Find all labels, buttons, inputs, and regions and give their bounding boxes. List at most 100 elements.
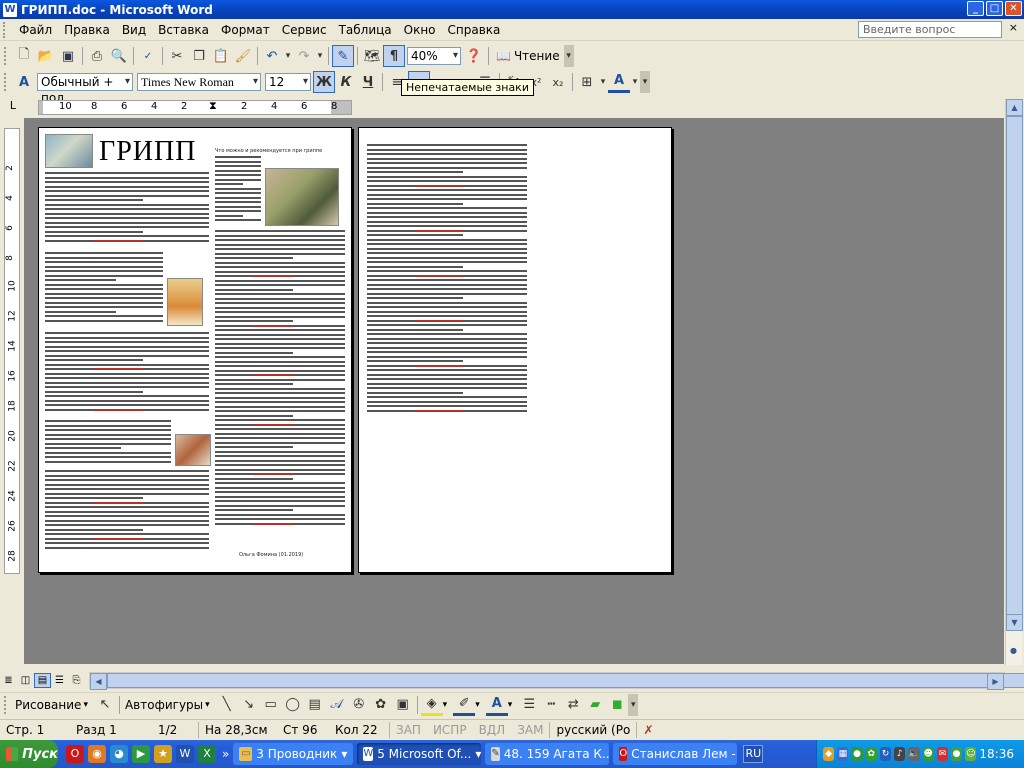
font-color-icon[interactable]: A [608, 71, 630, 93]
close-document-icon[interactable]: × [1009, 21, 1018, 34]
styles-pane-icon[interactable]: A [13, 71, 35, 93]
font-color-dropdown-icon[interactable]: ▾ [630, 71, 640, 93]
excel-icon[interactable]: X [198, 745, 216, 763]
menu-edit[interactable]: Правка [58, 23, 116, 37]
menu-tools[interactable]: Сервис [276, 23, 333, 37]
cut-icon[interactable]: ✂ [166, 45, 188, 67]
quicklaunch-more-icon[interactable]: » [222, 747, 229, 761]
oval-icon[interactable]: ◯ [282, 694, 304, 716]
scroll-thumb[interactable] [1006, 116, 1023, 616]
style-combo[interactable]: Обычный + пол [37, 73, 133, 105]
rectangle-icon[interactable]: ▭ [260, 694, 282, 716]
font-color-draw-dropdown-icon[interactable]: ▾ [508, 700, 513, 710]
taskbar-lem[interactable]: O Станислав Лем -... [613, 743, 738, 765]
undo-dropdown-icon[interactable]: ▾ [283, 45, 293, 67]
print-preview-icon[interactable]: 🔍 [108, 45, 130, 67]
italic-button[interactable]: К [335, 71, 357, 93]
document-map-icon[interactable]: 🗺 [361, 45, 383, 67]
menu-insert[interactable]: Вставка [152, 23, 215, 37]
reading-button[interactable]: 📖 Чтение [492, 49, 564, 63]
toolbar-grip[interactable] [4, 47, 10, 65]
vertical-ruler[interactable]: 2 4 6 8 10 12 14 16 18 20 22 24 26 28 [4, 128, 20, 574]
close-button[interactable]: ✕ [1005, 1, 1022, 16]
help-icon[interactable]: ❓ [463, 45, 485, 67]
indent-marker-icon[interactable]: ⧗ [209, 99, 217, 113]
menu-window[interactable]: Окно [398, 23, 442, 37]
new-icon[interactable]: 🗋 [13, 45, 35, 67]
zoom-combo[interactable]: 40% [407, 47, 461, 65]
minimize-button[interactable]: _ [967, 1, 984, 16]
wordart-icon[interactable]: 𝒜 [326, 694, 348, 716]
tray-chat-icon[interactable]: ✉ [936, 747, 948, 761]
fill-dropdown-icon[interactable]: ▾ [443, 700, 448, 710]
subscript-icon[interactable]: x₂ [547, 71, 569, 93]
print-layout-icon[interactable]: ▤ [34, 673, 51, 688]
format-painter-icon[interactable]: 🖌 [232, 45, 254, 67]
menu-view[interactable]: Вид [116, 23, 152, 37]
3d-icon[interactable]: ◼ [606, 694, 628, 716]
textbox-icon[interactable]: ▤ [304, 694, 326, 716]
reading-view-icon[interactable]: ⎘ [68, 673, 85, 688]
menu-format[interactable]: Формат [215, 23, 276, 37]
taskbar-word[interactable]: W 5 Microsoft Of... ▾ [357, 743, 482, 765]
opera-icon[interactable]: O [66, 745, 84, 763]
save-icon[interactable]: ▣ [57, 45, 79, 67]
taskbar-explorer[interactable]: ▭ 3 Проводник ▾ [233, 743, 354, 765]
paste-icon[interactable]: 📋 [210, 45, 232, 67]
toolbar-grip[interactable] [4, 73, 10, 91]
undo-icon[interactable]: ↶ [261, 45, 283, 67]
scroll-left-icon[interactable]: ◀ [90, 673, 107, 690]
status-track[interactable]: ИСПР [427, 723, 473, 737]
tray-globe-icon[interactable]: ● [851, 747, 863, 761]
arrow-icon[interactable]: ↘ [238, 694, 260, 716]
tray-mascot-icon[interactable]: ☺ [965, 747, 977, 761]
print-icon[interactable]: ⎙ [86, 45, 108, 67]
drawing-icon[interactable]: ✎ [332, 45, 354, 67]
spelling-icon[interactable]: ✓ [137, 45, 159, 67]
document-page-2[interactable] [358, 127, 672, 573]
redo-icon[interactable]: ↷ [293, 45, 315, 67]
status-extend[interactable]: ВДЛ [473, 723, 512, 737]
document-page-1[interactable]: ГРИПП Что можно и рекомендуется при грип… [38, 127, 352, 573]
toolbar-options-icon[interactable]: ▾ [628, 693, 639, 716]
toolbar-grip[interactable] [4, 695, 10, 714]
select-objects-icon[interactable]: ↖ [94, 694, 116, 716]
status-overtype[interactable]: ЗАМ [511, 723, 549, 737]
shadow-icon[interactable]: ▰ [584, 694, 606, 716]
media-player-icon[interactable]: ▶ [132, 745, 150, 763]
menu-help[interactable]: Справка [442, 23, 507, 37]
picture-icon[interactable]: ▣ [392, 694, 414, 716]
menu-file[interactable]: Файл [13, 23, 58, 37]
tray-network-icon[interactable]: ▦ [837, 747, 849, 761]
spelling-status-icon[interactable]: ✗ [637, 723, 659, 737]
borders-dropdown-icon[interactable]: ▾ [598, 71, 608, 93]
toolbar-options-icon[interactable]: ▾ [563, 45, 574, 67]
underline-button[interactable]: Ч [357, 71, 379, 93]
taskbar-agata[interactable]: ✎ 48. 159 Агата К... [485, 743, 610, 765]
tray-music-icon[interactable]: ♪ [894, 747, 906, 761]
arrow-style-icon[interactable]: ⇄ [562, 694, 584, 716]
web-view-icon[interactable]: ◫ [17, 673, 34, 688]
firefox-icon[interactable]: ◉ [88, 745, 106, 763]
document-area[interactable]: ГРИПП Что можно и рекомендуется при грип… [24, 118, 1004, 664]
hscroll-thumb[interactable] [107, 673, 1024, 688]
language-indicator[interactable]: RU [743, 745, 764, 763]
font-size-combo[interactable]: 12 [265, 73, 311, 91]
diagram-icon[interactable]: ✇ [348, 694, 370, 716]
redo-dropdown-icon[interactable]: ▾ [315, 45, 325, 67]
normal-view-icon[interactable]: ≣ [0, 673, 17, 688]
outline-view-icon[interactable]: ☰ [51, 673, 68, 688]
line-icon[interactable]: ╲ [216, 694, 238, 716]
copy-icon[interactable]: ❐ [188, 45, 210, 67]
browse-object-icon[interactable]: ● [1010, 646, 1017, 655]
tray-status-icon[interactable]: ● [950, 747, 963, 761]
scroll-right-icon[interactable]: ▶ [987, 673, 1004, 690]
font-combo[interactable]: Times New Roman [137, 73, 261, 91]
toolbar-options-icon[interactable]: ▾ [640, 71, 650, 93]
menu-grip[interactable] [3, 21, 9, 38]
borders-icon[interactable]: ⊞ [576, 71, 598, 93]
ask-question-input[interactable]: Введите вопрос [858, 21, 1002, 38]
horizontal-ruler[interactable]: 10 8 6 4 2 ⧗ 2 4 6 8 [38, 99, 352, 115]
fill-color-icon[interactable]: ◈ [420, 694, 443, 716]
scroll-down-icon[interactable]: ▼ [1006, 614, 1023, 631]
